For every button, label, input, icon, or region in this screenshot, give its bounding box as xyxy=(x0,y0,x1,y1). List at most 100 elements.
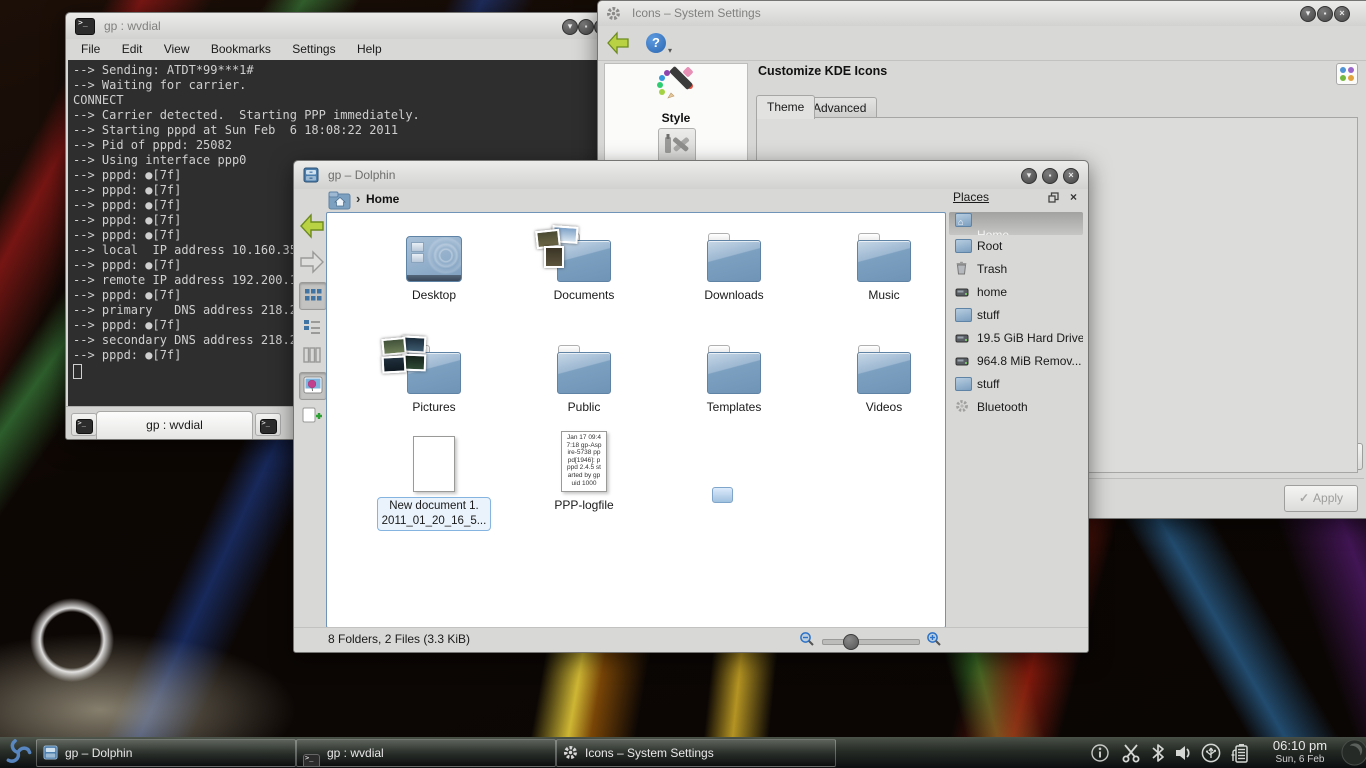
bluetooth-icon[interactable] xyxy=(1150,743,1166,763)
dot-icon xyxy=(1348,75,1354,81)
file-item-templates[interactable]: Templates xyxy=(674,336,794,414)
file-item-new-document[interactable]: New document 1. 2011_01_20_16_5... xyxy=(374,434,494,531)
menu-settings[interactable]: Settings xyxy=(283,39,344,60)
split-view-button[interactable] xyxy=(299,404,325,430)
file-item-music[interactable]: Music xyxy=(824,224,944,302)
place-item-stuff[interactable]: stuff xyxy=(949,304,1083,327)
file-item-label: Public xyxy=(524,400,644,414)
terminal-titlebar[interactable]: >_ gp : wvdial xyxy=(66,13,603,40)
apply-button[interactable]: ✓Apply xyxy=(1284,485,1358,512)
task-dolphin[interactable]: gp – Dolphin xyxy=(36,739,296,767)
gear-icon xyxy=(563,745,578,760)
usb-device-icon[interactable] xyxy=(1200,743,1222,763)
tab-list-button[interactable]: >_ xyxy=(255,413,281,436)
sidebar-item-tools[interactable] xyxy=(658,128,696,164)
terminal-line: CONNECT xyxy=(73,93,601,108)
preview-icon xyxy=(303,376,323,394)
file-item-label: PPP-logfile xyxy=(524,498,644,512)
sidebar-item-style[interactable]: Style xyxy=(605,66,747,125)
file-item-pictures[interactable]: Pictures xyxy=(374,336,494,414)
details-view-button[interactable] xyxy=(299,314,325,340)
back-button[interactable] xyxy=(606,31,630,55)
file-item-videos[interactable]: Videos xyxy=(824,336,944,414)
forward-button[interactable] xyxy=(299,249,325,275)
place-item-stuff2[interactable]: stuff xyxy=(949,373,1083,396)
terminal-tab[interactable]: gp : wvdial xyxy=(96,411,253,439)
zoom-out-icon[interactable] xyxy=(799,631,815,647)
menu-edit[interactable]: Edit xyxy=(113,39,152,60)
file-manager-icon xyxy=(43,745,58,760)
battery-icon[interactable] xyxy=(1228,743,1250,764)
terminal-line: --> Starting pppd at Sun Feb 6 18:08:22 … xyxy=(73,123,601,138)
dolphin-title: gp – Dolphin xyxy=(328,161,395,189)
file-item-documents[interactable]: Documents xyxy=(524,224,644,302)
folder-icon xyxy=(857,352,911,394)
minimize-button[interactable] xyxy=(1021,168,1037,184)
help-button[interactable]: ? xyxy=(646,33,666,53)
volume-icon[interactable] xyxy=(1174,743,1194,763)
columns-view-button[interactable] xyxy=(299,342,325,368)
folder-icon xyxy=(955,376,971,390)
breadcrumb-home[interactable]: Home xyxy=(366,192,399,206)
file-item-desktop[interactable]: Desktop xyxy=(374,224,494,302)
menu-file[interactable]: File xyxy=(72,39,109,60)
place-item-trash[interactable]: Trash xyxy=(949,258,1083,281)
menu-view[interactable]: View xyxy=(155,39,199,60)
icons-view-icon xyxy=(304,287,322,305)
tab-theme[interactable]: Theme xyxy=(756,95,815,119)
icons-view-button[interactable] xyxy=(299,282,327,310)
terminal-cursor xyxy=(73,364,82,379)
overview-grid-icon[interactable] xyxy=(1336,63,1358,85)
breadcrumb-arrow-icon: › xyxy=(356,191,360,206)
place-item-home-partition[interactable]: home xyxy=(949,281,1083,304)
detach-panel-icon[interactable] xyxy=(1048,192,1059,203)
home-folder-button[interactable] xyxy=(328,190,352,211)
place-item-root[interactable]: Root xyxy=(949,235,1083,258)
maximize-button[interactable] xyxy=(1317,6,1333,22)
clipboard-scissors-icon[interactable] xyxy=(1120,743,1142,763)
zoom-in-icon[interactable] xyxy=(926,631,942,647)
chevron-down-icon[interactable]: ▾ xyxy=(668,46,672,55)
file-item-ppp-logfile[interactable]: Jan 17 09:4 7:18 gp-Asp ire-5738 pp pd[1… xyxy=(524,434,644,512)
file-item-downloads[interactable]: Downloads xyxy=(674,224,794,302)
menu-bookmarks[interactable]: Bookmarks xyxy=(202,39,280,60)
back-button[interactable] xyxy=(299,212,325,240)
place-item-home[interactable]: ⌂Home xyxy=(949,212,1083,235)
task-system-settings[interactable]: Icons – System Settings xyxy=(556,739,836,767)
zoom-slider[interactable] xyxy=(822,639,920,645)
close-button[interactable] xyxy=(1063,168,1079,184)
zoom-slider-thumb[interactable] xyxy=(843,634,859,650)
terminal-icon: >_ xyxy=(76,419,93,434)
folder-icon xyxy=(707,352,761,394)
minimize-button[interactable] xyxy=(1300,6,1316,22)
home-icon: ⌂ xyxy=(955,212,971,226)
clock[interactable]: 06:10 pm Sun, 6 Feb xyxy=(1262,738,1338,765)
task-terminal[interactable]: >_gp : wvdial xyxy=(296,739,556,767)
place-item-removable[interactable]: 964.8 MiB Remov... xyxy=(949,350,1083,373)
close-button[interactable] xyxy=(1334,6,1350,22)
file-manager-icon xyxy=(303,167,319,183)
place-item-hard-drive[interactable]: 19.5 GiB Hard Drive xyxy=(949,327,1083,350)
place-item-bluetooth[interactable]: Bluetooth xyxy=(949,396,1083,419)
style-pencil-icon xyxy=(654,66,698,106)
dot-icon xyxy=(1340,75,1346,81)
settings-titlebar[interactable]: Icons – System Settings xyxy=(598,1,1366,27)
minimize-button[interactable] xyxy=(562,19,578,35)
folder-view[interactable]: Desktop Documents Downloads Music xyxy=(326,212,946,628)
folder-icon xyxy=(557,352,611,394)
terminal-menubar: File Edit View Bookmarks Settings Help xyxy=(66,39,603,60)
file-item-public[interactable]: Public xyxy=(524,336,644,414)
clock-date: Sun, 6 Feb xyxy=(1262,754,1338,765)
desktop-folder-icon xyxy=(406,236,462,282)
preview-toggle-button[interactable] xyxy=(299,372,327,400)
app-launcher-icon[interactable] xyxy=(2,737,34,768)
panel-toolbox-cashew-icon[interactable] xyxy=(1340,738,1366,767)
notifications-info-icon[interactable] xyxy=(1090,743,1110,763)
close-panel-icon[interactable]: × xyxy=(1070,190,1077,204)
maximize-button[interactable] xyxy=(1042,168,1058,184)
dolphin-titlebar[interactable]: gp – Dolphin xyxy=(294,161,1088,190)
maximize-button[interactable] xyxy=(578,19,594,35)
menu-help[interactable]: Help xyxy=(348,39,391,60)
new-tab-button[interactable]: >_ xyxy=(71,413,97,436)
file-item-label: Templates xyxy=(674,400,794,414)
